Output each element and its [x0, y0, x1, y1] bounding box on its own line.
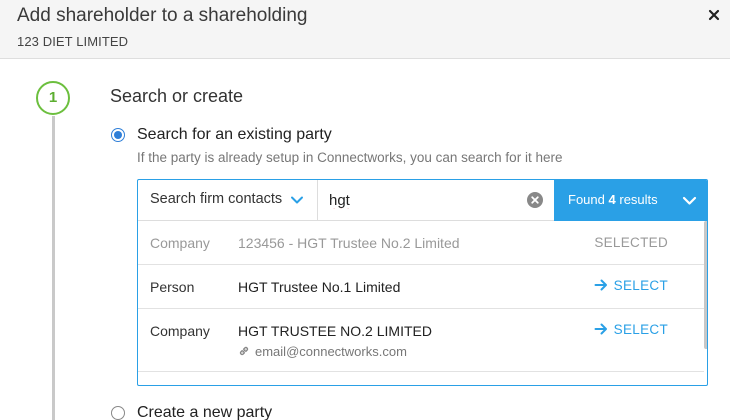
modal-title: Add shareholder to a shareholding: [17, 5, 308, 26]
search-bar: Search firm contacts Found 4 results: [138, 180, 707, 221]
result-name: 123456 - HGT Trustee No.2 Limited: [238, 235, 460, 251]
link-icon: [239, 346, 249, 356]
result-row[interactable]: Person HGT Trustee No.1 Limited SELECT: [138, 265, 704, 309]
modal-header: Add shareholder to a shareholding 123 DI…: [0, 0, 730, 59]
results-scrollbar[interactable]: [704, 221, 707, 349]
search-filter-select[interactable]: Search firm contacts: [138, 180, 318, 221]
result-email: email@connectworks.com: [238, 344, 407, 359]
results-toggle-button[interactable]: Found 4 results: [554, 180, 707, 221]
create-new-label[interactable]: Create a new party: [137, 404, 272, 420]
select-label: SELECT: [613, 322, 668, 337]
step-connector-line: [52, 116, 55, 420]
close-button[interactable]: [706, 7, 722, 23]
results-list: Company 123456 - HGT Trustee No.2 Limite…: [138, 221, 707, 385]
result-type: Company: [150, 323, 210, 339]
select-label: SELECT: [613, 278, 668, 293]
create-new-radio[interactable]: [111, 406, 125, 420]
clear-search-button[interactable]: [527, 192, 543, 208]
result-type: Company: [150, 235, 210, 251]
select-result-button[interactable]: SELECT: [594, 278, 668, 293]
chevron-down-icon: [682, 196, 697, 205]
close-icon: [708, 9, 720, 21]
search-existing-radio[interactable]: [111, 128, 125, 142]
result-row-selected: Company 123456 - HGT Trustee No.2 Limite…: [138, 221, 704, 265]
results-count-label: Found 4 results: [568, 192, 658, 207]
search-filter-label: Search firm contacts: [150, 191, 283, 207]
arrow-right-icon: [594, 279, 607, 291]
result-row[interactable]: Company HGT TRUSTEE NO.2 LIMITED email@c…: [138, 309, 704, 372]
select-result-button[interactable]: SELECT: [594, 322, 668, 337]
search-existing-label[interactable]: Search for an existing party: [137, 126, 332, 144]
result-name: HGT Trustee No.1 Limited: [238, 279, 401, 295]
arrow-right-icon: [594, 323, 607, 335]
search-input[interactable]: [319, 180, 555, 221]
step-number: 1: [36, 81, 70, 115]
clear-icon: [531, 196, 539, 204]
result-type: Person: [150, 279, 195, 295]
result-name: HGT TRUSTEE NO.2 LIMITED: [238, 323, 432, 339]
modal-subtitle: 123 DIET LIMITED: [17, 34, 129, 49]
chevron-down-icon: [291, 196, 303, 204]
section-title: Search or create: [110, 86, 244, 106]
search-panel: Search firm contacts Found 4 results Com…: [137, 179, 708, 386]
search-existing-help: If the party is already setup in Connect…: [137, 150, 563, 165]
selected-badge: SELECTED: [594, 235, 668, 250]
